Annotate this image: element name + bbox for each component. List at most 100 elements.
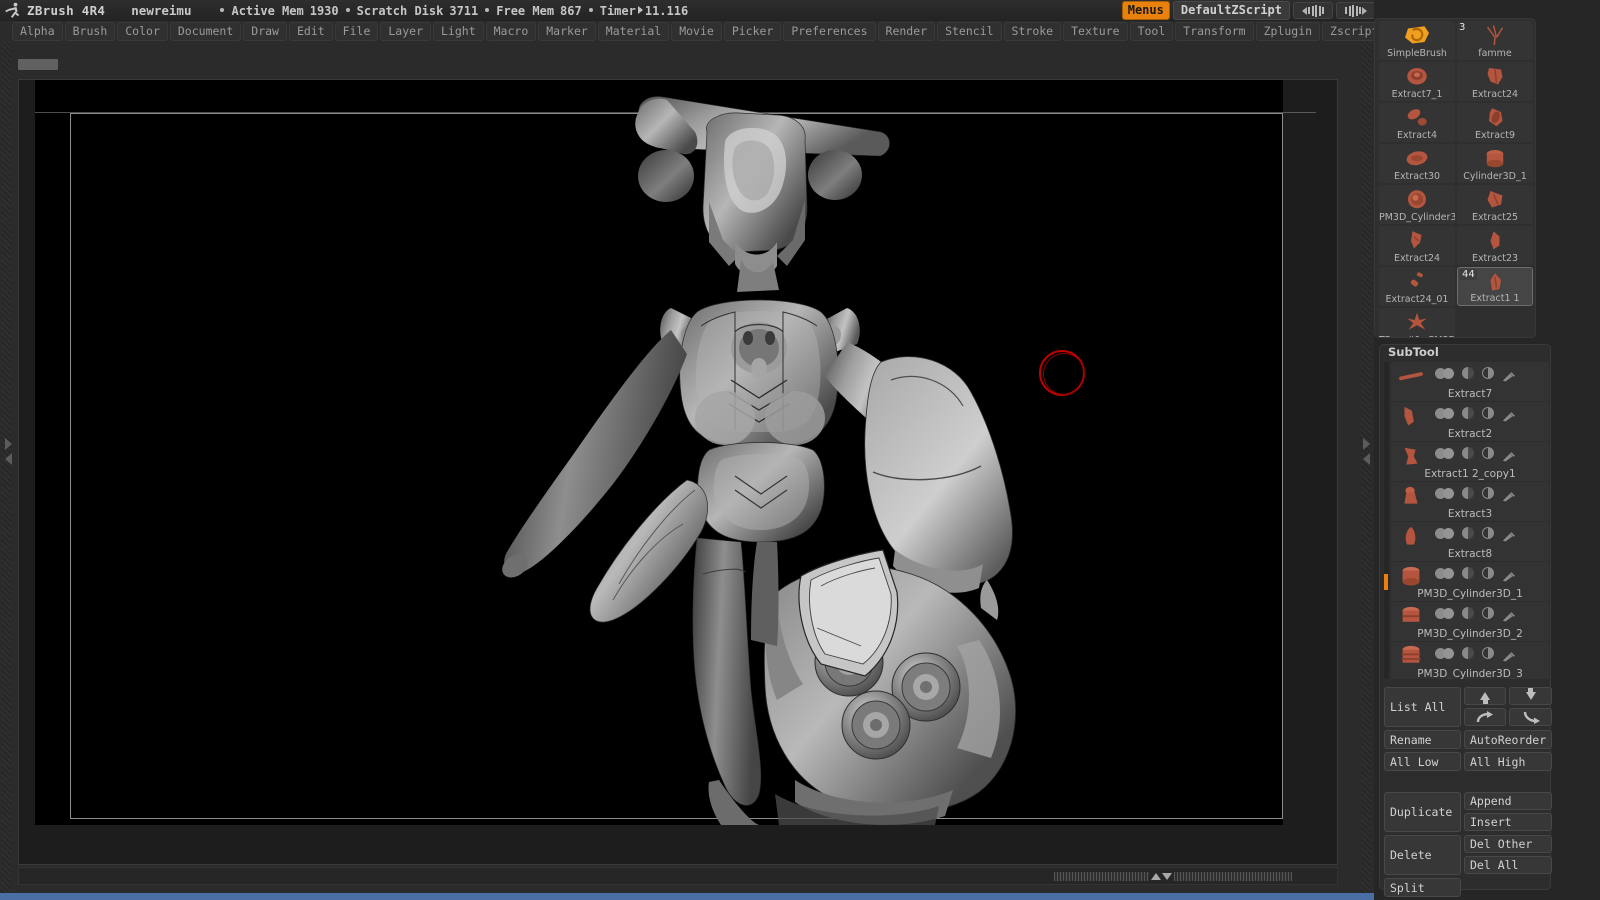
- contrast-circle-icon[interactable]: [1482, 567, 1494, 579]
- menu-item-brush[interactable]: Brush: [64, 21, 116, 41]
- tool-item-extract4[interactable]: Extract4: [1379, 103, 1455, 142]
- menus-button[interactable]: Menus: [1121, 1, 1170, 20]
- menu-item-render[interactable]: Render: [877, 21, 936, 41]
- menu-item-stroke[interactable]: Stroke: [1003, 21, 1062, 41]
- menu-item-color[interactable]: Color: [117, 21, 168, 41]
- brush-icon[interactable]: [1502, 367, 1516, 382]
- subtool-row[interactable]: Extract8: [1391, 522, 1549, 561]
- sculpt-model-viewport[interactable]: [35, 80, 1283, 825]
- tool-item-extract1-1[interactable]: 44 Extract1 1: [1457, 267, 1533, 306]
- subtool-scroll-thumb[interactable]: [1384, 362, 1389, 384]
- tool-item-extract9[interactable]: Extract9: [1457, 103, 1533, 142]
- rename-button[interactable]: Rename: [1384, 730, 1461, 749]
- tool-item-pm3d-cylinder3d[interactable]: PM3D_Cylinder3D: [1379, 185, 1455, 224]
- subtool-row[interactable]: Extract1 2_copy1: [1391, 442, 1549, 481]
- menu-item-texture[interactable]: Texture: [1063, 21, 1128, 41]
- subtool-row[interactable]: PM3D_Cylinder3D_1: [1391, 562, 1549, 601]
- eye-dots-icon[interactable]: [1435, 647, 1454, 659]
- tool-item-extract24-01[interactable]: Extract24_01: [1379, 267, 1455, 306]
- tool-item-extract24[interactable]: Extract24: [1457, 62, 1533, 101]
- half-circle-icon[interactable]: [1462, 607, 1474, 619]
- tool-item-simplebrush[interactable]: SimpleBrush: [1379, 21, 1455, 60]
- menu-item-transform[interactable]: Transform: [1175, 21, 1254, 41]
- split-button[interactable]: Split: [1384, 878, 1461, 897]
- tool-item-extract25[interactable]: Extract25: [1457, 185, 1533, 224]
- tool-item-extract30[interactable]: Extract30: [1379, 144, 1455, 183]
- brush-icon[interactable]: [1502, 447, 1516, 462]
- subtool-row[interactable]: Extract3: [1391, 482, 1549, 521]
- tool-item-cylinder3d-1[interactable]: Cylinder3D_1: [1457, 144, 1533, 183]
- subtool-row[interactable]: Extract7: [1391, 362, 1549, 401]
- subtool-scrollbar[interactable]: [1384, 362, 1389, 679]
- all-low-button[interactable]: All Low: [1384, 752, 1461, 771]
- subtool-list[interactable]: Extract7 Extract2 Extract1 2_copy1 Extract3…: [1391, 362, 1549, 679]
- menu-item-marker[interactable]: Marker: [538, 21, 596, 41]
- menu-item-stencil[interactable]: Stencil: [937, 21, 1002, 41]
- eye-dots-icon[interactable]: [1435, 567, 1454, 579]
- zscript-button[interactable]: DefaultZScript: [1172, 1, 1290, 20]
- insert-button[interactable]: Insert: [1464, 813, 1552, 831]
- scroll-track[interactable]: [1054, 871, 1309, 882]
- half-circle-icon[interactable]: [1462, 407, 1474, 419]
- menu-item-movie[interactable]: Movie: [671, 21, 722, 41]
- all-high-button[interactable]: All High: [1464, 752, 1552, 771]
- half-circle-icon[interactable]: [1462, 527, 1474, 539]
- half-circle-icon[interactable]: [1462, 367, 1474, 379]
- subtool-row[interactable]: PM3D_Cylinder3D_3: [1391, 642, 1549, 679]
- half-circle-icon[interactable]: [1462, 567, 1474, 579]
- eye-dots-icon[interactable]: [1435, 607, 1454, 619]
- contrast-circle-icon[interactable]: [1482, 647, 1494, 659]
- eye-dots-icon[interactable]: [1435, 407, 1454, 419]
- subtool-row[interactable]: Extract2: [1391, 402, 1549, 441]
- menu-item-alpha[interactable]: Alpha: [12, 21, 63, 41]
- del-other-button[interactable]: Del Other: [1464, 835, 1552, 853]
- move-down-button[interactable]: [1509, 687, 1552, 705]
- contrast-circle-icon[interactable]: [1482, 367, 1494, 379]
- delete-button[interactable]: Delete: [1384, 835, 1461, 875]
- autoreorder-button[interactable]: AutoReorder: [1464, 730, 1552, 749]
- half-circle-icon[interactable]: [1462, 447, 1474, 459]
- contrast-circle-icon[interactable]: [1482, 527, 1494, 539]
- menu-item-preferences[interactable]: Preferences: [783, 21, 876, 41]
- tool-item-famme[interactable]: 3 famme: [1457, 21, 1533, 60]
- contrast-circle-icon[interactable]: [1482, 447, 1494, 459]
- left-tray-toggle[interactable]: [2, 431, 14, 471]
- eye-dots-icon[interactable]: [1435, 487, 1454, 499]
- tool-item-tpose-1-pm3d-[interactable]: TPose#1 _PM3D_: [1379, 308, 1455, 337]
- canvas-bottom-scrollbar[interactable]: [18, 867, 1338, 885]
- document-canvas[interactable]: [35, 80, 1316, 825]
- contrast-circle-icon[interactable]: [1482, 607, 1494, 619]
- menu-item-picker[interactable]: Picker: [723, 21, 782, 41]
- eye-dots-icon[interactable]: [1435, 447, 1454, 459]
- menu-item-tool[interactable]: Tool: [1129, 21, 1174, 41]
- scroll-left-icon[interactable]: [1293, 2, 1333, 19]
- menu-item-draw[interactable]: Draw: [243, 21, 287, 41]
- menu-item-edit[interactable]: Edit: [288, 21, 333, 41]
- shelf-swatch[interactable]: [18, 59, 58, 70]
- scroll-updown-handle[interactable]: [1151, 873, 1172, 880]
- brush-icon[interactable]: [1502, 407, 1516, 422]
- move-out-button[interactable]: [1464, 708, 1506, 726]
- move-in-button[interactable]: [1509, 708, 1552, 726]
- list-all-button[interactable]: List All: [1384, 687, 1461, 727]
- tool-item-extract24[interactable]: Extract24: [1379, 226, 1455, 265]
- menu-item-file[interactable]: File: [334, 21, 379, 41]
- menu-item-light[interactable]: Light: [433, 21, 484, 41]
- tool-item-extract23[interactable]: Extract23: [1457, 226, 1533, 265]
- scroll-right-icon[interactable]: [1336, 2, 1376, 19]
- duplicate-button[interactable]: Duplicate: [1384, 792, 1461, 832]
- tool-item-extract7-1[interactable]: Extract7_1: [1379, 62, 1455, 101]
- del-all-button[interactable]: Del All: [1464, 856, 1552, 874]
- right-tray-toggle[interactable]: [1360, 431, 1372, 471]
- contrast-circle-icon[interactable]: [1482, 487, 1494, 499]
- brush-icon[interactable]: [1502, 487, 1516, 502]
- subtool-row[interactable]: PM3D_Cylinder3D_2: [1391, 602, 1549, 641]
- brush-icon[interactable]: [1502, 527, 1516, 542]
- menu-item-zplugin[interactable]: Zplugin: [1255, 21, 1321, 41]
- brush-icon[interactable]: [1502, 567, 1516, 582]
- move-up-button[interactable]: [1464, 687, 1506, 705]
- append-button[interactable]: Append: [1464, 792, 1552, 810]
- contrast-circle-icon[interactable]: [1482, 407, 1494, 419]
- half-circle-icon[interactable]: [1462, 487, 1474, 499]
- eye-dots-icon[interactable]: [1435, 367, 1454, 379]
